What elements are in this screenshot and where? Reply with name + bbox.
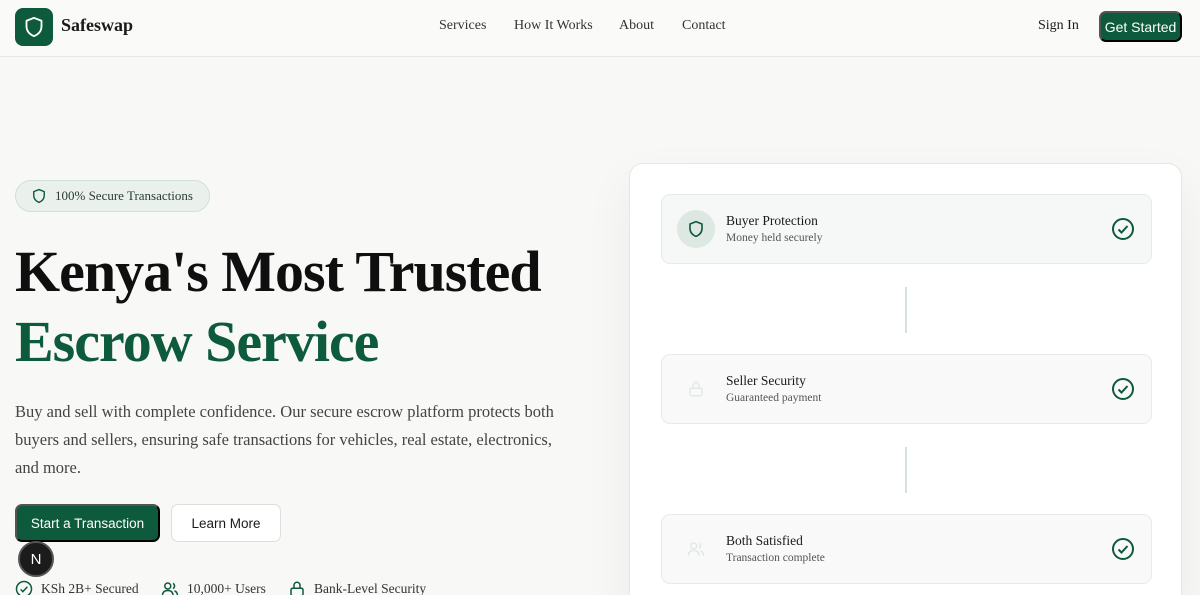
sign-in-link[interactable]: Sign In	[1038, 18, 1079, 34]
logo[interactable]	[15, 8, 53, 46]
secure-badge: 100% Secure Transactions	[15, 180, 210, 212]
step-icon-wrapper	[677, 370, 715, 408]
nav-link-contact[interactable]: Contact	[682, 18, 726, 34]
shield-icon	[25, 16, 43, 38]
step-subtitle: Money held securely	[726, 232, 823, 244]
step-title: Seller Security	[726, 373, 806, 388]
step-icon-wrapper	[677, 530, 715, 568]
step-title: Buyer Protection	[726, 213, 818, 228]
step-connector	[905, 447, 907, 493]
brand-name[interactable]: Safeswap	[61, 15, 133, 36]
users-icon	[161, 582, 179, 595]
nav-link-how-it-works[interactable]: How It Works	[514, 18, 593, 34]
step-icon-wrapper	[677, 210, 715, 248]
step-subtitle: Guaranteed payment	[726, 392, 822, 404]
check-circle-icon	[1112, 538, 1134, 560]
learn-more-button[interactable]: Learn More	[171, 504, 281, 542]
shield-icon	[689, 220, 703, 238]
start-transaction-button[interactable]: Start a Transaction	[15, 504, 160, 542]
step-seller-security: Seller Security Guaranteed payment	[661, 354, 1152, 424]
hero-title-line1: Kenya's Most Trusted	[15, 239, 542, 304]
stat-secured: KSh 2B+ Secured	[15, 580, 139, 595]
users-icon	[687, 542, 705, 556]
escrow-process-card: Buyer Protection Money held securely Sel…	[629, 163, 1182, 595]
dev-tools-badge[interactable]: N	[18, 541, 54, 577]
stat-security: Bank-Level Security	[288, 580, 426, 595]
stat-users-label: 10,000+ Users	[187, 581, 266, 595]
lock-icon	[290, 581, 304, 595]
hero-title-line2: Escrow Service	[15, 309, 379, 374]
shield-icon	[33, 188, 45, 204]
check-circle-icon	[1112, 378, 1134, 400]
step-subtitle: Transaction complete	[726, 552, 825, 564]
check-circle-icon	[15, 580, 33, 595]
nav-link-services[interactable]: Services	[439, 18, 486, 34]
stat-security-label: Bank-Level Security	[314, 581, 427, 595]
lock-icon	[689, 381, 703, 397]
secure-badge-label: 100% Secure Transactions	[55, 188, 193, 203]
check-circle-icon	[1112, 218, 1134, 240]
stat-users: 10,000+ Users	[161, 580, 266, 595]
hero-description: Buy and sell with complete confidence. O…	[15, 402, 554, 477]
step-connector	[905, 287, 907, 333]
step-title: Both Satisfied	[726, 533, 803, 548]
stat-secured-label: KSh 2B+ Secured	[41, 581, 139, 595]
step-both-satisfied: Both Satisfied Transaction complete	[661, 514, 1152, 584]
get-started-button[interactable]: Get Started	[1099, 11, 1182, 42]
top-navbar: Safeswap Services How It Works About Con…	[0, 0, 1200, 57]
step-buyer-protection: Buyer Protection Money held securely	[661, 194, 1152, 264]
nav-link-about[interactable]: About	[619, 18, 654, 34]
